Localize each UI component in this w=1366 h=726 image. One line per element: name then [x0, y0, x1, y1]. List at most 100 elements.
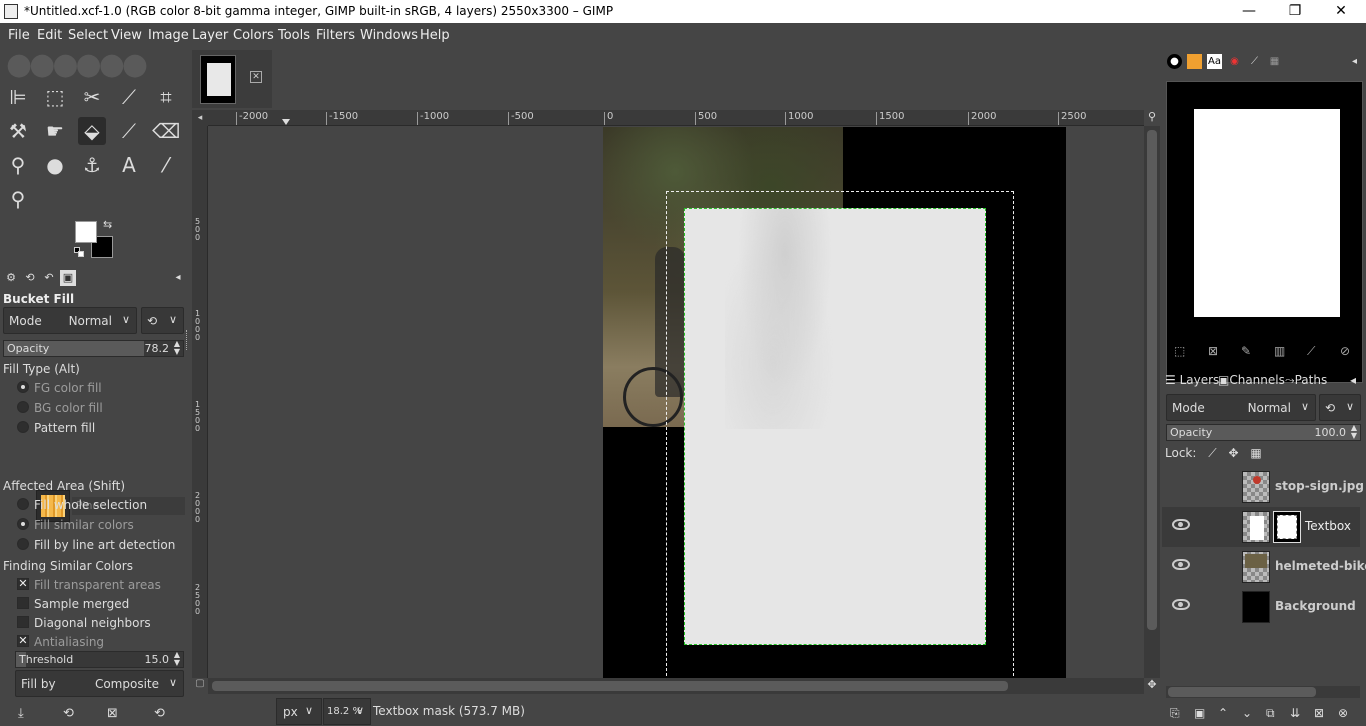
dock-resize-handle[interactable] — [186, 330, 189, 350]
device-status-tab-icon[interactable]: ⟲ — [22, 270, 38, 286]
sample-merged-checkbox[interactable] — [17, 597, 29, 609]
restore-button[interactable]: ❐ — [1272, 0, 1318, 23]
menu-image[interactable]: Image — [148, 28, 189, 43]
merge-down-icon[interactable]: ⇊ — [1290, 706, 1300, 720]
visibility-eye-icon[interactable] — [1172, 519, 1190, 530]
fill-transparent-label[interactable]: Fill transparent areas — [34, 578, 161, 592]
affected-lineart-label[interactable]: Fill by line art detection — [34, 538, 175, 552]
affected-similar-label[interactable]: Fill similar colors — [34, 518, 134, 532]
swap-colors-icon[interactable]: ⇆ — [103, 218, 112, 231]
close-window-button[interactable]: ✕ — [1318, 0, 1364, 23]
vertical-ruler[interactable]: 500 1000 1500 2000 2500 — [192, 126, 208, 678]
quick-mask-toggle-icon[interactable]: ▢ — [192, 678, 208, 694]
restore-options-icon[interactable]: ⟲ — [63, 706, 74, 721]
close-tab-icon[interactable]: ✕ — [250, 71, 262, 83]
menu-filters[interactable]: Filters — [316, 28, 355, 43]
brushes-tab-icon[interactable]: ● — [1167, 54, 1182, 69]
antialiasing-checkbox[interactable]: ✕ — [17, 635, 29, 647]
fuzzy-select-tool-icon[interactable]: ⟋ — [115, 83, 143, 111]
brush-icon[interactable]: ⟋ — [1307, 344, 1315, 359]
configure-tab-icon[interactable]: ◂ — [170, 270, 186, 286]
fonts-tab-icon[interactable]: Aa — [1207, 54, 1222, 69]
layer-row-stop-sign[interactable]: stop-sign.jpg — [1162, 467, 1364, 507]
tab-paths[interactable]: ⤳Paths — [1285, 373, 1327, 388]
delete-options-icon[interactable]: ⊠ — [107, 706, 118, 721]
fill-type-pattern-radio[interactable] — [17, 421, 29, 433]
eraser-tool-icon[interactable]: ⌫ — [152, 117, 180, 145]
new-layer-group-icon[interactable]: ▣ — [1194, 706, 1205, 720]
reset-options-icon[interactable]: ⟲ — [154, 706, 165, 721]
images-tab-icon[interactable]: ◉ — [1227, 54, 1242, 69]
menu-file[interactable]: File — [8, 28, 30, 43]
menu-select[interactable]: Select — [68, 28, 108, 43]
layer-row-helmeted-biker[interactable]: helmeted-biker — [1162, 547, 1366, 587]
menu-colors[interactable]: Colors — [233, 28, 274, 43]
affected-similar-radio[interactable] — [17, 518, 29, 530]
raise-layer-icon[interactable]: ⌃ — [1218, 706, 1228, 720]
clear-icon[interactable]: ⊠ — [1208, 344, 1218, 358]
textbox-layer-fill[interactable] — [684, 208, 986, 645]
delete-icon[interactable]: ⊘ — [1340, 344, 1350, 358]
rect-select-tool-icon[interactable]: ⬚ — [41, 83, 69, 111]
undo-history-tab-icon[interactable]: ↶ — [41, 270, 57, 286]
add-mask-icon[interactable]: ⊠ — [1314, 706, 1324, 720]
scissors-tool-icon[interactable]: ✂ — [78, 83, 106, 111]
paths-tool-icon[interactable]: ⚓ — [78, 151, 106, 179]
lower-layer-icon[interactable]: ⌄ — [1242, 706, 1252, 720]
lock-pixels-icon[interactable]: ⟋ — [1208, 446, 1216, 460]
foreground-color-swatch[interactable] — [75, 221, 97, 243]
horizontal-scrollbar[interactable] — [208, 678, 1144, 694]
text-tool-icon[interactable]: A — [115, 151, 143, 179]
fill-type-pattern-label[interactable]: Pattern fill — [34, 421, 95, 435]
minimize-button[interactable]: — — [1226, 0, 1272, 23]
layer-mode-reset-button[interactable]: ⟲ ∨ — [1319, 394, 1361, 421]
palettes-tab-icon[interactable]: ▦ — [1267, 54, 1282, 69]
smudge-tool-icon[interactable]: ☛ — [41, 117, 69, 145]
zoom-image-icon[interactable]: ⚲ — [1144, 110, 1160, 126]
image-tab[interactable]: ✕ — [192, 50, 272, 108]
horizontal-ruler[interactable]: -2000 -1500 -1000 -500 0 500 1000 1500 2… — [208, 110, 1144, 126]
menu-help[interactable]: Help — [420, 28, 450, 43]
layer-row-background[interactable]: Background — [1162, 587, 1360, 627]
unit-select[interactable]: px ∨ — [276, 698, 322, 725]
images-tab-icon[interactable]: ▣ — [60, 270, 76, 286]
diagonal-neighbors-checkbox[interactable] — [17, 616, 29, 628]
delete-layer-icon[interactable]: ⊗ — [1338, 706, 1348, 720]
affected-whole-label[interactable]: Fill whole selection — [34, 498, 147, 512]
default-colors-icon[interactable] — [74, 247, 84, 257]
configure-tab-icon[interactable]: ◂ — [1350, 373, 1356, 387]
tool-options-tab-icon[interactable]: ⚙ — [3, 270, 19, 286]
configure-tab-icon[interactable]: ◂ — [1347, 54, 1362, 69]
threshold-slider[interactable]: Threshold 15.0 ▲ ▼ — [15, 651, 184, 668]
tab-layers[interactable]: ☰ Layers — [1165, 373, 1219, 387]
lock-alpha-icon[interactable]: ▦ — [1250, 446, 1261, 460]
duplicate-layer-icon[interactable]: ⧉ — [1266, 706, 1275, 721]
layer-row-textbox[interactable]: Textbox — [1162, 507, 1360, 547]
ruler-corner-menu-icon[interactable]: ◂ — [192, 110, 208, 126]
select-icon[interactable]: ⬚ — [1174, 344, 1185, 358]
lock-position-icon[interactable]: ✥ — [1228, 446, 1238, 460]
menu-windows[interactable]: Windows — [360, 28, 418, 43]
save-options-icon[interactable]: ⤓ — [18, 706, 24, 721]
navigate-icon[interactable]: ✥ — [1144, 678, 1160, 694]
align-tool-icon[interactable]: ⊫ — [4, 83, 32, 111]
paintbrush-tool-icon[interactable]: ⟋ — [115, 117, 143, 145]
antialiasing-label[interactable]: Antialiasing — [34, 635, 104, 649]
brush-editor-tab-icon[interactable]: ⟋ — [1247, 54, 1262, 69]
fill-type-fg-radio[interactable] — [17, 381, 29, 393]
crop-tool-icon[interactable]: ⌗ — [152, 83, 180, 111]
patterns-tab-icon[interactable] — [1187, 54, 1202, 69]
visibility-eye-icon[interactable] — [1172, 599, 1190, 610]
vertical-scrollbar[interactable] — [1144, 126, 1160, 678]
fill-type-bg-label[interactable]: BG color fill — [34, 401, 103, 415]
fill-by-select[interactable]: Fill by Composite ∨ — [15, 670, 184, 697]
sample-merged-label[interactable]: Sample merged — [34, 597, 129, 611]
menu-tools[interactable]: Tools — [278, 28, 310, 43]
mode-reset-button[interactable]: ⟲ ∨ — [141, 307, 184, 334]
affected-whole-radio[interactable] — [17, 498, 29, 510]
new-layer-icon[interactable]: ⎘ — [1170, 706, 1180, 721]
fill-transparent-checkbox[interactable]: ✕ — [17, 578, 29, 590]
edit-icon[interactable]: ✎ — [1241, 344, 1251, 358]
mode-select[interactable]: Mode Normal ∨ — [3, 307, 137, 334]
tab-channels[interactable]: ▣Channels — [1218, 373, 1285, 387]
